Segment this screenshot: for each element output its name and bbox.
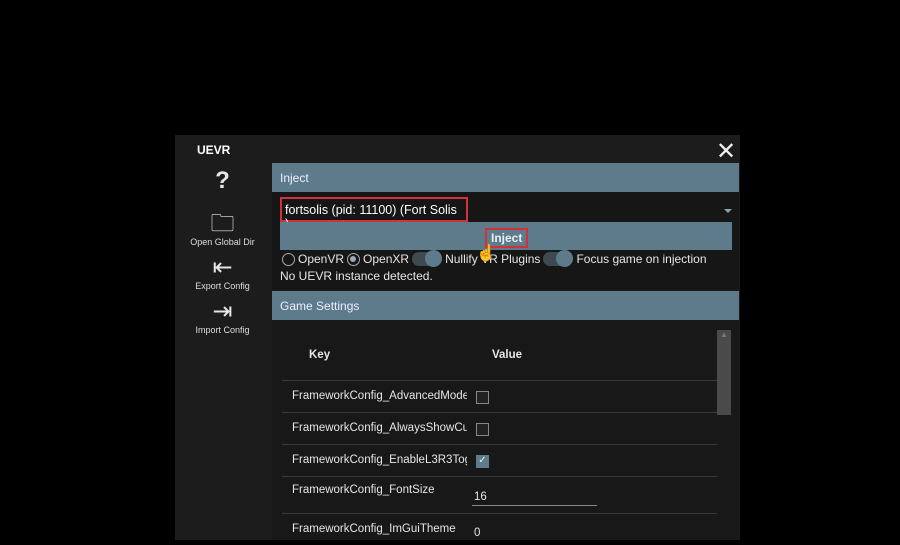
openvr-radio[interactable] <box>282 252 295 266</box>
checkbox-checked[interactable]: ✓ <box>476 455 489 468</box>
nullify-toggle[interactable] <box>412 250 443 267</box>
import-config-button[interactable]: ⇥ Import Config <box>175 298 270 336</box>
key-column-header: Key <box>309 349 331 361</box>
import-icon: ⇥ <box>212 298 233 325</box>
scroll-up-icon[interactable]: ▲ <box>717 330 731 339</box>
table-row: FrameworkConfig_ImGuiTheme 0 <box>282 513 717 545</box>
export-config-button[interactable]: ⇤ Export Config <box>175 254 270 292</box>
open-global-dir-label: Open Global Dir <box>190 237 255 247</box>
row-key: FrameworkConfig_AlwaysShowCursor <box>292 422 467 434</box>
chevron-down-icon[interactable] <box>724 209 732 213</box>
help-icon: ? <box>215 167 230 194</box>
game-settings-header[interactable]: Game Settings <box>272 291 739 320</box>
uevr-window: UEVR ✕ ? 🗀 Open Global Dir ⇤ Export Config… <box>175 135 740 540</box>
settings-table: Key Value FrameworkConfig_AdvancedMode F… <box>272 320 739 540</box>
export-config-label: Export Config <box>195 281 250 291</box>
table-row: FrameworkConfig_EnableL3R3Toggle ✓ <box>282 444 717 476</box>
import-config-label: Import Config <box>195 325 250 335</box>
inject-button[interactable]: Inject <box>280 222 732 250</box>
value-column-header: Value <box>492 349 523 361</box>
status-text: No UEVR instance detected. <box>280 269 433 283</box>
help-button[interactable]: ? <box>175 168 270 194</box>
close-icon[interactable]: ✕ <box>716 137 736 166</box>
openxr-radio[interactable] <box>347 252 361 266</box>
row-key: FrameworkConfig_EnableL3R3Toggle <box>292 454 467 466</box>
checkbox[interactable] <box>476 391 489 404</box>
scrollbar[interactable]: ▲ <box>717 330 731 415</box>
openxr-label: OpenXR <box>363 252 410 266</box>
app-title: UEVR <box>197 143 231 157</box>
row-key: FrameworkConfig_ImGuiTheme <box>292 523 456 535</box>
mouse-cursor-icon: ☝ <box>476 245 496 262</box>
row-key: FrameworkConfig_FontSize <box>292 484 435 496</box>
inject-header[interactable]: Inject <box>272 163 739 192</box>
export-icon: ⇤ <box>212 254 233 281</box>
table-row: FrameworkConfig_FontSize 16 <box>282 476 717 513</box>
font-size-input[interactable]: 16 <box>472 485 597 506</box>
focus-toggle[interactable] <box>543 250 574 267</box>
focus-label: Focus game on injection <box>576 252 707 266</box>
table-row: FrameworkConfig_AlwaysShowCursor <box>282 412 717 444</box>
table-row: FrameworkConfig_AdvancedMode <box>282 380 717 412</box>
process-dropdown[interactable]: fortsolis (pid: 11100) (Fort Solis ) <box>280 197 468 231</box>
checkbox[interactable] <box>476 423 489 436</box>
row-value[interactable]: 0 <box>474 527 480 539</box>
open-global-dir-button[interactable]: 🗀 Open Global Dir <box>175 210 270 248</box>
row-key: FrameworkConfig_AdvancedMode <box>292 390 467 402</box>
folder-icon: 🗀 <box>210 210 235 237</box>
openvr-label: OpenVR <box>298 252 345 266</box>
